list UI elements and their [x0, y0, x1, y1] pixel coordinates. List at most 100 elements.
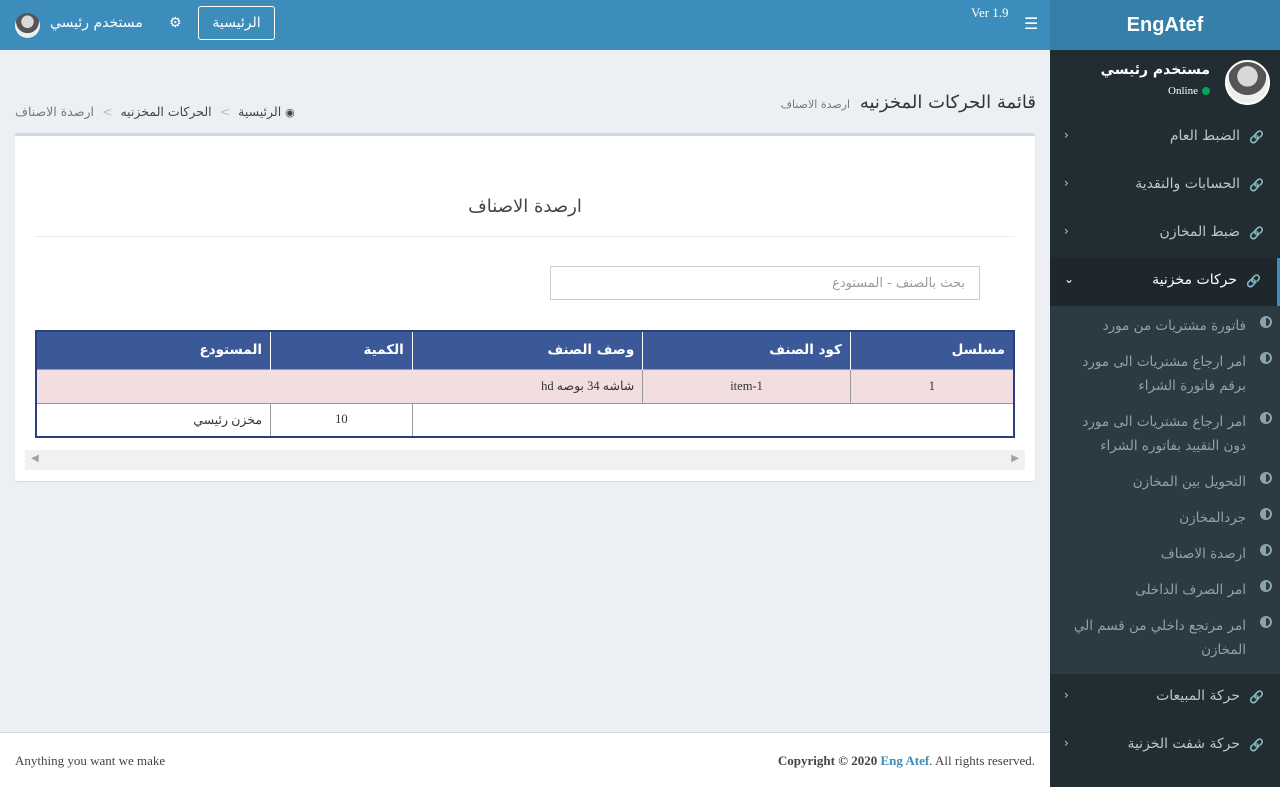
sidebar-item-inventory-movements[interactable]: 🔗 حركات مخزنية ⌄ — [1050, 258, 1280, 306]
online-status[interactable]: Online — [1168, 85, 1210, 97]
scroll-left-icon[interactable]: ◀ — [31, 453, 39, 464]
breadcrumb-separator: > — [219, 104, 231, 119]
submenu-item[interactable]: فاتورة مشتريات من مورد — [1050, 308, 1280, 344]
online-status-label: Online — [1168, 85, 1198, 97]
sidebar-item-general-settings[interactable]: 🔗 الضبط العام ‹ — [1050, 114, 1280, 162]
divider — [35, 236, 1015, 237]
submenu-item[interactable]: امر مرتجع داخلي من قسم الي المخازن — [1050, 608, 1280, 668]
column-header-item-code[interactable]: كود الصنف — [642, 331, 851, 369]
footer-copyright: Copyright © 2020 Eng Atef. All rights re… — [778, 753, 1035, 769]
page-title-text: قائمة الحركات المخزنيه — [859, 92, 1036, 113]
column-header-quantity[interactable]: الكمية — [270, 331, 413, 369]
breadcrumb-inventory[interactable]: الحركات المخزنيه — [120, 104, 211, 119]
circle-half-icon — [1260, 412, 1272, 424]
column-header-description[interactable]: وصف الصنف — [412, 331, 644, 369]
circle-half-icon — [1260, 580, 1272, 592]
page-subtitle: ارصدة الاصناف — [780, 98, 851, 111]
copyright-prefix: Copyright © 2020 — [777, 753, 878, 768]
sidebar-item-warehouse-settings[interactable]: 🔗 ضبط المخازن ‹ — [1050, 210, 1280, 258]
sidebar-item-treasury-shift[interactable]: 🔗 حركة شفت الخزنية ‹ — [1050, 722, 1280, 770]
submenu-item-label: امر ارجاع مشتريات الى مورد دون التقييد ب… — [1082, 414, 1246, 454]
user-avatar[interactable] — [15, 13, 40, 38]
chevron-down-icon: ⌄ — [1064, 272, 1075, 286]
breadcrumb-separator: > — [101, 104, 113, 119]
column-header-serial[interactable]: مسلسل — [850, 331, 1015, 369]
balances-table: مسلسل كود الصنف وصف الصنف الكمية المستود… — [35, 330, 1015, 438]
circle-half-icon — [1260, 316, 1272, 328]
dashboard-icon: ◉ — [285, 106, 295, 119]
sidebar-item-label: حركة المبيعات — [1156, 688, 1240, 704]
sidebar-item-label: ضبط المخازن — [1159, 224, 1240, 240]
submenu-item-label: امر الصرف الداخلى — [1135, 582, 1246, 598]
scroll-right-icon[interactable]: ▶ — [1011, 453, 1019, 464]
footer: Anything you want we make Copyright © 20… — [0, 732, 1050, 787]
inventory-submenu: فاتورة مشتريات من مورد امر ارجاع مشتريات… — [1050, 306, 1280, 674]
search-input[interactable] — [550, 266, 980, 300]
chevron-left-icon: ‹ — [1064, 224, 1069, 238]
table-row[interactable]: 1 item-1 شاشه 34 بوصه hd — [35, 368, 1015, 404]
breadcrumb-current: ارصدة الاصناف — [15, 104, 94, 119]
author-link[interactable]: Eng Atef — [880, 753, 929, 768]
submenu-item-item-balances[interactable]: ارصدة الاصناف — [1050, 536, 1280, 572]
circle-half-icon — [1260, 472, 1272, 484]
header-user-name[interactable]: مستخدم رئيسي — [50, 15, 143, 31]
submenu-item[interactable]: امر ارجاع مشتريات الى مورد دون التقييد ب… — [1050, 404, 1280, 464]
submenu-item-label: امر مرتجع داخلي من قسم الي المخازن — [1073, 618, 1246, 658]
submenu-item-label: ارصدة الاصناف — [1160, 546, 1246, 562]
version-label: Ver 1.9 — [971, 5, 1009, 20]
submenu-item-label: فاتورة مشتريات من مورد — [1102, 318, 1246, 334]
link-icon: 🔗 — [1246, 274, 1261, 288]
circle-half-icon — [1260, 616, 1272, 628]
brand-logo[interactable]: EngAtef — [1050, 0, 1280, 50]
submenu-item[interactable]: امر الصرف الداخلى — [1050, 572, 1280, 608]
link-icon: 🔗 — [1249, 690, 1264, 704]
circle-half-icon — [1260, 352, 1272, 364]
box-title: ارصدة الاصناف — [468, 196, 582, 217]
footer-slogan: Anything you want we make — [15, 753, 166, 768]
breadcrumb-home[interactable]: ◉ الرئيسية — [238, 104, 295, 119]
submenu-item-label: التحويل بين المخازن — [1132, 474, 1246, 490]
sidebar: EngAtef مستخدم رئيسي Online 🔗 الضبط العا… — [1050, 0, 1280, 787]
submenu-item-label: جردالمخازن — [1179, 510, 1246, 526]
table-row[interactable]: 10 مخزن رئيسي — [35, 402, 1015, 438]
chevron-left-icon: ‹ — [1064, 688, 1069, 702]
cell-serial: 1 — [849, 368, 1015, 404]
home-button[interactable]: الرئيسية — [198, 6, 275, 40]
link-icon: 🔗 — [1249, 130, 1264, 144]
table-header-row: مسلسل كود الصنف وصف الصنف الكمية المستود… — [36, 331, 1015, 369]
sidebar-item-accounts[interactable]: 🔗 الحسابات والنقدية ‹ — [1050, 162, 1280, 210]
link-icon: 🔗 — [1249, 226, 1264, 240]
cell-empty — [411, 402, 1015, 438]
cell-quantity: 10 — [270, 402, 413, 438]
copyright-suffix: . All rights reserved. — [929, 753, 1035, 768]
chevron-left-icon: ‹ — [1064, 736, 1069, 750]
sidebar-toggle-icon[interactable]: ☰ — [1024, 14, 1038, 33]
submenu-item[interactable]: جردالمخازن — [1050, 500, 1280, 536]
submenu-item[interactable]: التحويل بين المخازن — [1050, 464, 1280, 500]
cell-item-code: item-1 — [642, 368, 851, 404]
circle-half-icon — [1260, 508, 1272, 520]
cell-warehouse: مخزن رئيسي — [35, 402, 272, 438]
sidebar-item-label: حركة شفت الخزنية — [1127, 736, 1240, 752]
sidebar-item-label: الضبط العام — [1169, 128, 1240, 144]
online-dot-icon — [1202, 87, 1210, 95]
sidebar-user-name: مستخدم رئيسي — [1100, 62, 1210, 78]
column-header-warehouse[interactable]: المستودع — [36, 331, 272, 369]
page-title: قائمة الحركات المخزنيه ارصدة الاصناف — [781, 92, 1036, 113]
submenu-item[interactable]: امر ارجاع مشتريات الى مورد برقم فاتورة ا… — [1050, 344, 1280, 404]
breadcrumb: ◉ الرئيسية > الحركات المخزنيه > ارصدة ال… — [15, 104, 295, 119]
sidebar-menu: 🔗 الضبط العام ‹ 🔗 الحسابات والنقدية ‹ 🔗 … — [1050, 114, 1280, 770]
sidebar-item-sales[interactable]: 🔗 حركة المبيعات ‹ — [1050, 674, 1280, 722]
horizontal-scrollbar[interactable]: ◀ ▶ — [25, 450, 1025, 470]
sidebar-user-avatar — [1225, 60, 1270, 105]
sidebar-item-label: الحسابات والنقدية — [1135, 176, 1240, 192]
link-icon: 🔗 — [1249, 178, 1264, 192]
circle-half-icon — [1260, 544, 1272, 556]
user-panel: مستخدم رئيسي Online — [1050, 50, 1280, 114]
sidebar-item-label: حركات مخزنية — [1152, 272, 1237, 288]
link-icon: 🔗 — [1249, 738, 1264, 752]
gears-icon[interactable]: ⚙ — [169, 15, 182, 31]
submenu-item-label: امر ارجاع مشتريات الى مورد برقم فاتورة ا… — [1082, 354, 1246, 394]
top-navbar: مستخدم رئيسي ⚙ الرئيسية Ver 1.9 ☰ — [0, 0, 1050, 50]
chevron-left-icon: ‹ — [1064, 176, 1069, 190]
